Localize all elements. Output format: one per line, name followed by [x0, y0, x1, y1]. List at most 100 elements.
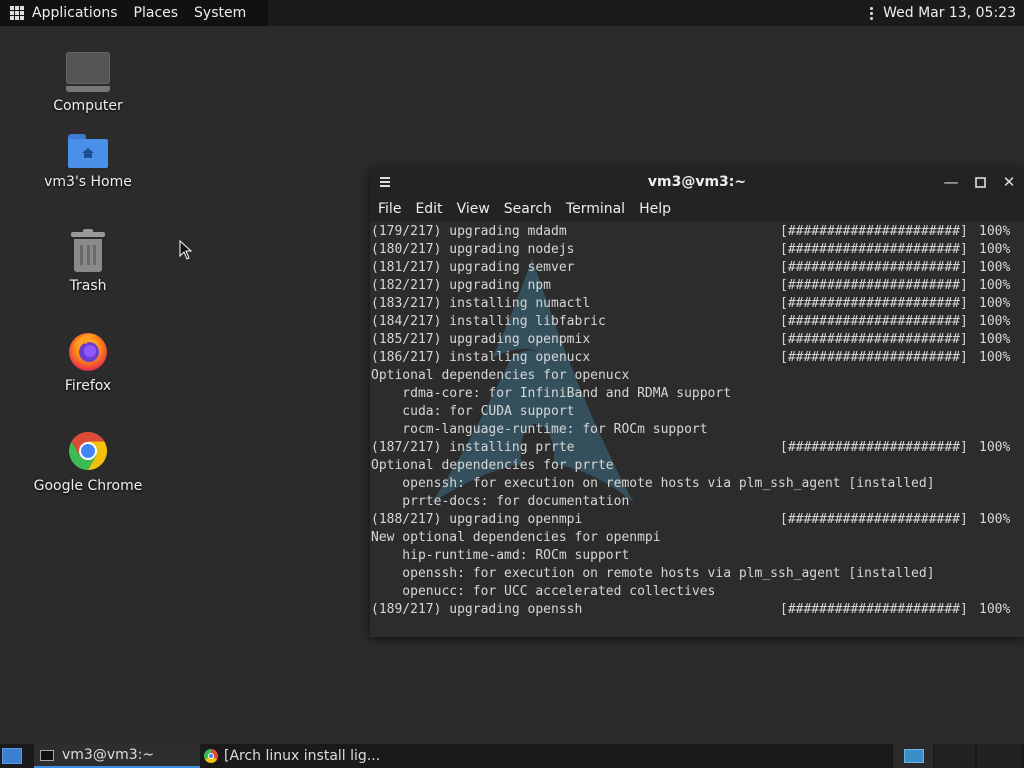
- terminal-titlebar[interactable]: vm3@vm3:~ — ✕: [370, 168, 1024, 197]
- menu-places[interactable]: Places: [134, 5, 179, 21]
- chrome-icon: [204, 749, 218, 763]
- terminal-line: (188/217) upgrading openmpi [############…: [371, 511, 1010, 529]
- terminal-line: (179/217) upgrading mdadm [##############…: [371, 223, 1010, 241]
- terminal-menubar: File Edit View Search Terminal Help: [370, 197, 1024, 221]
- top-panel-left: Applications Places System: [0, 0, 269, 26]
- menu-view[interactable]: View: [457, 201, 490, 217]
- desktop-icon-label: Google Chrome: [33, 478, 143, 494]
- firefox-icon: [69, 333, 107, 371]
- maximize-icon[interactable]: [971, 173, 989, 191]
- terminal-line-text: openucc: for UCC accelerated collectives: [371, 584, 716, 599]
- terminal-line-text: openssh: for execution on remote hosts v…: [371, 476, 935, 491]
- menu-search[interactable]: Search: [504, 201, 552, 217]
- terminal-line: (180/217) upgrading nodejs [#############…: [371, 241, 1010, 259]
- progress-bar-text: [######################]: [780, 440, 968, 455]
- task-label: [Arch linux install lig...: [224, 748, 381, 764]
- window-title: vm3@vm3:~: [647, 174, 747, 190]
- menu-applications[interactable]: Applications: [32, 5, 118, 21]
- kebab-menu-icon[interactable]: [870, 6, 874, 20]
- terminal-line: openssh: for execution on remote hosts v…: [371, 475, 935, 493]
- terminal-line: (185/217) upgrading openpmix [###########…: [371, 331, 1010, 349]
- terminal-line: (184/217) installing libfabric [#########…: [371, 313, 1010, 331]
- menu-system[interactable]: System: [194, 5, 246, 21]
- terminal-line-text: rocm-language-runtime: for ROCm support: [371, 422, 708, 437]
- progress-percent: 100%: [979, 224, 1011, 239]
- terminal-line: hip-runtime-amd: ROCm support: [371, 547, 935, 565]
- desktop-icon-firefox[interactable]: Firefox: [28, 330, 148, 394]
- terminal-line: (189/217) upgrading openssh [############…: [371, 601, 1010, 619]
- apps-grid-icon[interactable]: [10, 6, 24, 20]
- desktop-icon-label: Firefox: [64, 378, 112, 394]
- progress-bar-text: [######################]: [780, 242, 968, 257]
- terminal-line-text: (181/217) upgrading semver: [371, 260, 575, 275]
- computer-icon: [66, 52, 110, 92]
- close-icon[interactable]: ✕: [1000, 173, 1018, 191]
- progress-percent: 100%: [979, 278, 1011, 293]
- task-label: vm3@vm3:~: [62, 747, 155, 763]
- terminal-line-text: prrte-docs: for documentation: [371, 494, 630, 509]
- task-terminal[interactable]: vm3@vm3:~: [34, 744, 200, 768]
- progress-bar-text: [######################]: [780, 260, 968, 275]
- terminal-line-text: rdma-core: for InfiniBand and RDMA suppo…: [371, 386, 732, 401]
- menu-help[interactable]: Help: [639, 201, 671, 217]
- progress-bar-text: [######################]: [780, 314, 968, 329]
- desktop-icon-home[interactable]: vm3's Home: [28, 134, 148, 190]
- desktop-icon-chrome[interactable]: Google Chrome: [28, 430, 148, 494]
- terminal-lines: (179/217) upgrading mdadm [##############…: [371, 223, 1010, 619]
- terminal-line: (182/217) upgrading npm [################…: [371, 277, 1010, 295]
- progress-percent: 100%: [979, 296, 1011, 311]
- progress-percent: 100%: [979, 260, 1011, 275]
- trash-icon: [71, 229, 105, 272]
- terminal-window[interactable]: vm3@vm3:~ — ✕ File Edit View Search Term…: [370, 168, 1024, 637]
- desktop-icon-label: Trash: [69, 278, 107, 294]
- progress-percent: 100%: [979, 512, 1011, 527]
- minimize-icon[interactable]: —: [942, 173, 960, 191]
- terminal-line-text: (182/217) upgrading npm: [371, 278, 552, 293]
- terminal-line: cuda: for CUDA support: [371, 403, 935, 421]
- progress-bar-text: [######################]: [780, 278, 968, 293]
- terminal-line-text: hip-runtime-amd: ROCm support: [371, 548, 630, 563]
- progress-percent: 100%: [979, 314, 1011, 329]
- workspace-3[interactable]: [977, 744, 1022, 768]
- desktop-icon-label: Computer: [53, 98, 123, 114]
- menu-file[interactable]: File: [378, 201, 401, 217]
- terminal-line-text: New optional dependencies for openmpi: [371, 530, 661, 545]
- menu-terminal[interactable]: Terminal: [566, 201, 625, 217]
- menu-edit[interactable]: Edit: [415, 201, 442, 217]
- workspace-2[interactable]: [935, 744, 975, 768]
- terminal-line: openssh: for execution on remote hosts v…: [371, 565, 935, 583]
- terminal-line-text: (188/217) upgrading openmpi: [371, 512, 583, 527]
- terminal-line-text: cuda: for CUDA support: [371, 404, 575, 419]
- home-folder-icon: [68, 134, 108, 168]
- terminal-line: Optional dependencies for prrte: [371, 457, 935, 475]
- bottom-taskbar: vm3@vm3:~ [Arch linux install lig...: [0, 744, 1024, 768]
- progress-percent: 100%: [979, 332, 1011, 347]
- terminal-line-text: Optional dependencies for prrte: [371, 458, 614, 473]
- terminal-line: prrte-docs: for documentation: [371, 493, 935, 511]
- progress-bar-text: [######################]: [780, 350, 968, 365]
- terminal-line: (186/217) installing openucx [###########…: [371, 349, 1010, 367]
- task-chrome[interactable]: [Arch linux install lig...: [200, 744, 390, 768]
- mouse-cursor-icon: [179, 240, 193, 260]
- desktop-icon-trash[interactable]: Trash: [28, 229, 148, 294]
- show-desktop-icon[interactable]: [2, 748, 22, 764]
- desktop-icon-computer[interactable]: Computer: [28, 50, 148, 114]
- terminal-line-text: Optional dependencies for openucx: [371, 368, 630, 383]
- progress-bar-text: [######################]: [780, 602, 968, 617]
- chrome-icon: [69, 432, 107, 470]
- terminal-line-text: (183/217) installing numactl: [371, 296, 591, 311]
- terminal-line-text: openssh: for execution on remote hosts v…: [371, 566, 935, 581]
- terminal-line: (187/217) installing prrte [#############…: [371, 439, 1010, 457]
- workspace-1[interactable]: [893, 744, 933, 768]
- terminal-line-text: (186/217) installing openucx: [371, 350, 591, 365]
- clock[interactable]: Wed Mar 13, 05:23: [883, 5, 1016, 21]
- terminal-line-text: (184/217) installing libfabric: [371, 314, 606, 329]
- desktop-icon-label: vm3's Home: [44, 174, 132, 190]
- terminal-icon: [40, 749, 54, 761]
- top-panel-right: Wed Mar 13, 05:23: [870, 0, 1016, 26]
- terminal-output[interactable]: (179/217) upgrading mdadm [##############…: [370, 223, 1024, 637]
- progress-percent: 100%: [979, 242, 1011, 257]
- terminal-line-text: (187/217) installing prrte: [371, 440, 575, 455]
- terminal-line-text: (179/217) upgrading mdadm: [371, 224, 567, 239]
- progress-bar-text: [######################]: [780, 224, 968, 239]
